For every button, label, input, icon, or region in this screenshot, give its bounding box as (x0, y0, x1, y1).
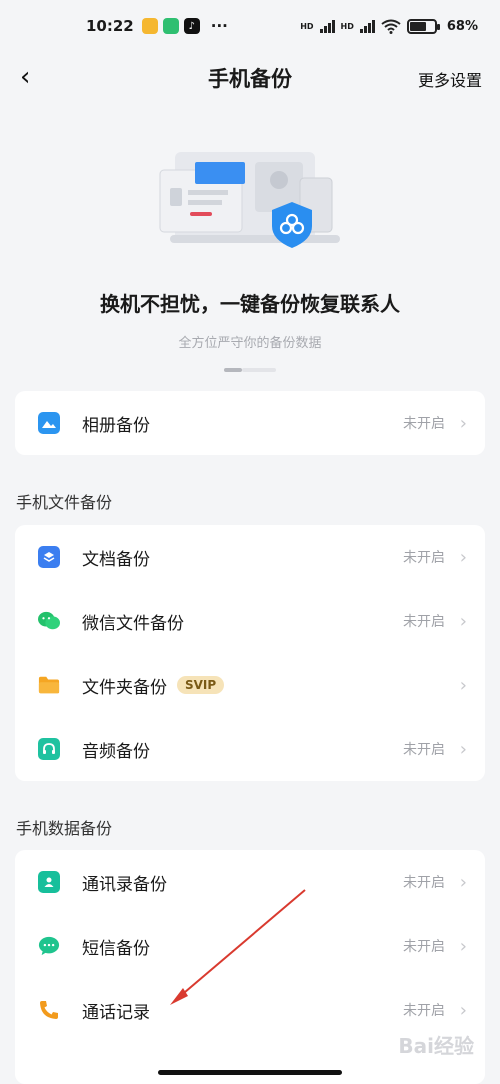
home-indicator[interactable] (158, 1070, 342, 1075)
watermark: Bai经验 (398, 1034, 474, 1058)
annotation-arrow (170, 889, 306, 1005)
